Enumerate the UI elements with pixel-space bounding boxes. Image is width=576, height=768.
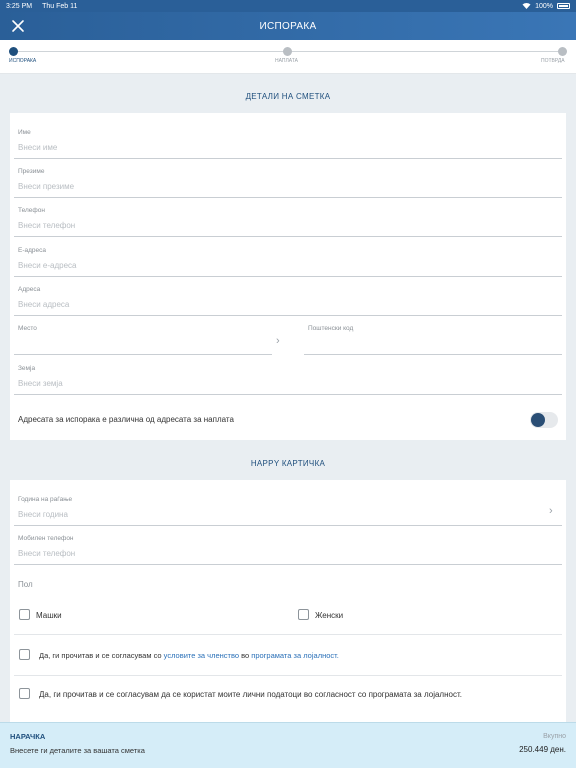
postal-code-label: Поштенски код [308,325,354,332]
terms-prefix: Да, ги прочитав и се согласувам со [39,651,164,660]
terms-suffix: . [336,651,339,660]
address-underline [14,315,562,316]
male-label: Машки [36,611,62,620]
happy-section-title: HAPPY КАРТИЧКА [250,459,326,468]
different-address-label: Адресата за испорака е различна од адрес… [18,415,234,424]
different-address-toggle[interactable] [530,412,558,428]
battery-percent: 100% [535,2,553,10]
surname-label: Презиме [18,168,45,175]
order-title: НАРАЧКА [10,732,46,741]
email-input[interactable]: Внеси е-адреса [18,261,76,270]
account-section-title: ДЕТАЛИ НА СМЕТКА [245,92,331,101]
divider [14,675,562,676]
city-label: Место [18,325,37,332]
checkout-stepper [0,40,576,74]
mobile-field[interactable]: Мобилен телефон Внеси телефон [14,535,562,565]
consent-text: Да, ги прочитав и се согласувам да се ко… [39,690,462,699]
country-input[interactable]: Внеси земја [18,379,63,388]
gender-label: Пол [18,580,33,589]
close-button[interactable] [10,18,26,34]
birth-year-chevron-icon[interactable]: › [549,505,553,517]
nav-bar: ИСПОРАКА [0,12,576,40]
divider [14,634,562,635]
battery-icon [557,3,570,9]
address-label: Адреса [18,286,41,293]
address-field[interactable]: Адреса Внеси адреса [14,286,562,316]
postal-code-underline [304,354,562,355]
total-label: Вкупно [543,733,566,740]
phone-field[interactable]: Телефон Внеси телефон [14,207,562,237]
country-underline [14,394,562,395]
order-summary-bar: НАРАЧКА Внесете ги деталите за вашата см… [0,722,576,768]
mobile-underline [14,564,562,565]
name-label: Име [18,129,31,136]
address-input[interactable]: Внеси адреса [18,300,69,309]
country-field[interactable]: Земја Внеси земја [14,365,562,395]
total-value: 250.449 ден. [519,745,566,754]
name-underline [14,158,562,159]
birth-year-label: Година на раѓање [18,496,73,503]
status-time: 3:25 PM [6,2,33,10]
birth-year-input[interactable]: Внеси година [18,510,68,519]
surname-field[interactable]: Презиме Внеси презиме [14,168,562,198]
city-field[interactable]: Место [14,325,272,355]
step-label-shipping[interactable]: ИСПОРАКА [9,58,36,64]
surname-underline [14,197,562,198]
email-label: Е-адреса [18,247,47,254]
phone-underline [14,236,562,237]
close-icon [12,20,24,32]
female-label: Женски [315,611,344,620]
country-label: Земја [18,365,36,372]
mobile-label: Мобилен телефон [18,535,74,542]
order-subtitle: Внесете ги деталите за вашата сметка [10,746,145,755]
phone-label: Телефон [18,207,45,214]
birth-year-underline [14,525,562,526]
status-bar: 3:25 PM Thu Feb 11 100% [0,0,576,12]
terms-text: Да, ги прочитав и се согласувам со услов… [39,651,339,660]
birth-year-field[interactable]: Година на раѓање Внеси година [14,496,562,526]
happy-card: Година на раѓање Внеси година › Мобилен … [10,480,566,722]
email-field[interactable]: Е-адреса Внеси е-адреса [14,247,562,277]
terms-mid: во [239,651,252,660]
loyalty-program-link[interactable]: програмата за лојалност [251,651,336,660]
terms-checkbox[interactable] [19,649,30,660]
step-dot-payment [283,47,292,56]
postal-code-field[interactable]: Поштенски код [304,325,562,355]
step-dot-shipping [9,47,18,56]
phone-input[interactable]: Внеси телефон [18,221,75,230]
step-label-confirmation[interactable]: ПОТВРДА [541,58,565,64]
account-card: Име Внеси име Презиме Внеси презиме Теле… [10,113,566,440]
city-chevron-icon[interactable]: › [276,335,280,347]
email-underline [14,276,562,277]
surname-input[interactable]: Внеси презиме [18,182,74,191]
status-date: Thu Feb 11 [42,2,78,10]
consent-checkbox[interactable] [19,688,30,699]
mobile-input[interactable]: Внеси телефон [18,549,75,558]
wifi-icon [522,2,531,11]
toggle-knob [531,413,545,427]
step-label-payment[interactable]: НАПЛАТА [275,58,298,64]
step-dot-confirmation [558,47,567,56]
female-checkbox[interactable] [298,609,309,620]
name-field[interactable]: Име Внеси име [14,129,562,159]
name-input[interactable]: Внеси име [18,143,57,152]
page-title: ИСПОРАКА [259,20,317,32]
membership-terms-link[interactable]: условите за членство [164,651,239,660]
male-checkbox[interactable] [19,609,30,620]
city-underline [14,354,272,355]
